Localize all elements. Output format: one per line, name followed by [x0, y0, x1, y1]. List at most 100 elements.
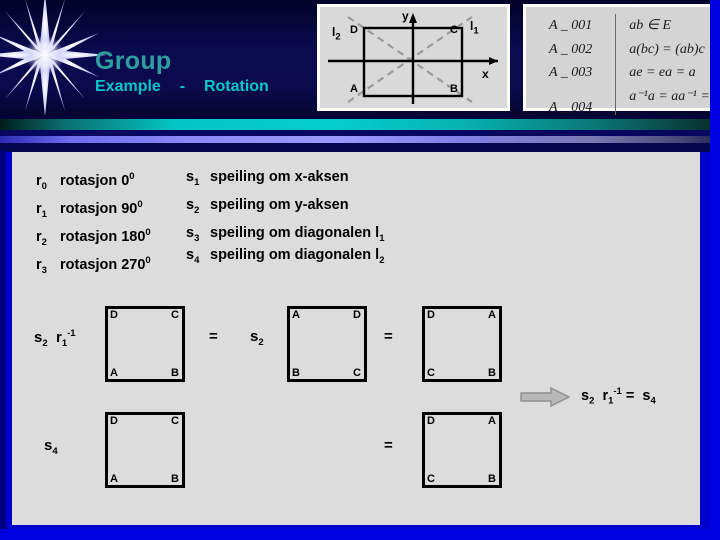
figure-y-label: y [402, 9, 409, 23]
degree-superscript: 0 [145, 255, 151, 266]
vertex-bottom-left: B [292, 367, 300, 379]
concl-r-superscript: -1 [613, 386, 622, 397]
vertex-top-right: D [353, 309, 361, 321]
symbol-letter: s [186, 169, 195, 185]
header-band-teal [0, 119, 720, 130]
vertex-top-left: D [110, 309, 118, 321]
row1-square-3: D A C B [422, 306, 502, 382]
degree-superscript: 0 [145, 227, 151, 238]
reflection-label: speiling om diagonalen l [210, 247, 380, 263]
concl-equals: = [625, 387, 635, 404]
reflection-definition-list: s1 speiling om x-aksen s2 speiling om y-ak… [186, 166, 384, 266]
vertex-top-right: A [488, 309, 496, 321]
op-s-subscript: 4 [52, 446, 58, 457]
subtitle-rotation: Rotation [203, 78, 269, 95]
axiom-equation: ab ∈ E [615, 14, 713, 38]
subtitle-dash: - [179, 78, 186, 95]
page-subtitle: Example - Rotation [95, 78, 269, 96]
reflection-symbol: s4 [186, 244, 210, 272]
rotation-label: rotasjon 180 [60, 228, 146, 245]
reflection-label: speiling om y-aksen [210, 197, 349, 213]
axiom-row: A _ 001 ab ∈ E [526, 14, 713, 38]
slide-header: Group Example - Rotation D C A B y x l1 … [0, 0, 720, 131]
vertex-bottom-left: C [427, 473, 435, 485]
row2-operator-s4: s4 [44, 437, 58, 457]
vertex-bottom-left: A [110, 473, 118, 485]
op-s-subscript: 2 [42, 338, 48, 349]
rotation-label: rotasjon 270 [60, 256, 146, 273]
symbol-letter: s [186, 247, 195, 263]
subtitle-example: Example [95, 78, 161, 95]
vertex-top-left: A [292, 309, 300, 321]
figure-diagonal-l1-label: l1 [470, 19, 479, 36]
vertex-top-right: C [171, 309, 179, 321]
x-axis-arrowhead [489, 57, 498, 65]
rotation-symbol: r3 [36, 254, 60, 282]
axiom-label: A _ 003 [548, 65, 593, 81]
conclusion-block: s2 r1-1 = s4 [519, 383, 699, 411]
group-axioms-panel: A _ 001 ab ∈ E A _ 002 a(bc) = (ab)c A _… [523, 4, 716, 131]
vertex-bottom-left: A [110, 367, 118, 379]
row2-square-1: D C A B [105, 412, 185, 488]
diagonal-subscript: 2 [379, 254, 385, 266]
row1-square-2: A D B C [287, 306, 367, 382]
symbol-subscript: 2 [194, 204, 200, 216]
vertex-bottom-right: B [488, 473, 496, 485]
degree-superscript: 0 [137, 199, 143, 210]
row1-equals-2: = [384, 328, 393, 345]
rotation-label: rotasjon 0 [60, 172, 130, 189]
l1-subscript: 1 [473, 25, 479, 37]
rotation-item: r0 rotasjon 00 [36, 166, 151, 194]
concl-s-letter: s [581, 387, 590, 404]
row1-operator-s2: s2 [250, 328, 264, 348]
page-title: Group [95, 47, 172, 75]
axiom-row: A _ 002 a(bc) = (ab)c [526, 37, 713, 62]
axiom-equation: a(bc) = (ab)c [615, 37, 713, 62]
vertex-bottom-right: B [488, 367, 496, 379]
figure-vertex-B: B [450, 83, 458, 95]
op-mid-subscript: 2 [258, 337, 264, 348]
concl-s-subscript: 2 [589, 395, 595, 407]
symbol-subscript: 1 [41, 208, 47, 220]
row1-operator-s2-r1inv: s2 r1-1 [34, 328, 76, 349]
reflection-item: s3 speiling om diagonalen l1 [186, 222, 384, 244]
vertex-bottom-left: C [427, 367, 435, 379]
vertex-top-right: C [171, 415, 179, 427]
rotation-label: rotasjon 90 [60, 200, 138, 217]
right-arrow-icon [520, 386, 571, 408]
geometry-figure-svg [328, 13, 498, 104]
row1-square-1: D C A B [105, 306, 185, 382]
y-axis-arrowhead [409, 13, 417, 23]
symbol-subscript: 4 [194, 254, 200, 266]
figure-vertex-D: D [350, 24, 358, 36]
figure-vertex-C: C [450, 24, 458, 36]
row2-square-2: D A C B [422, 412, 502, 488]
concl-result-subscript: 4 [650, 395, 656, 407]
vertex-top-right: A [488, 415, 496, 427]
vertex-top-left: D [427, 415, 435, 427]
symbol-subscript: 2 [41, 236, 47, 248]
reflection-label: speiling om x-aksen [210, 169, 349, 185]
rotation-definition-list: r0 rotasjon 00 r1 rotasjon 900 r2 rotasjon … [36, 166, 151, 278]
symbol-subscript: 1 [194, 176, 200, 188]
reflection-item: s4 speiling om diagonalen l2 [186, 244, 384, 266]
row1-equals-1: = [209, 328, 218, 345]
rotation-item: r3 rotasjon 2700 [36, 250, 151, 278]
axiom-equation: ae = ea = a [615, 61, 713, 86]
op-r-subscript: 1 [61, 338, 68, 349]
rotation-item: r2 rotasjon 1800 [36, 222, 151, 250]
reflection-label: speiling om diagonalen l [210, 225, 380, 241]
reflection-item: s2 speiling om y-aksen [186, 194, 384, 222]
symbol-letter: s [186, 225, 195, 241]
figure-x-label: x [482, 67, 489, 81]
axiom-label: A _ 001 [548, 18, 593, 33]
conclusion-equation: s2 r1-1 = s4 [581, 386, 656, 407]
frame-edge-left [0, 150, 6, 540]
axiom-row: A _ 003 ae = ea = a [526, 61, 713, 86]
concl-r-subscript: 1 [608, 395, 614, 407]
vertex-bottom-right: B [171, 367, 179, 379]
l2-subscript: 2 [335, 31, 341, 43]
vertex-top-left: D [110, 415, 118, 427]
vertex-bottom-right: C [353, 367, 361, 379]
header-band-lavender [0, 136, 720, 143]
